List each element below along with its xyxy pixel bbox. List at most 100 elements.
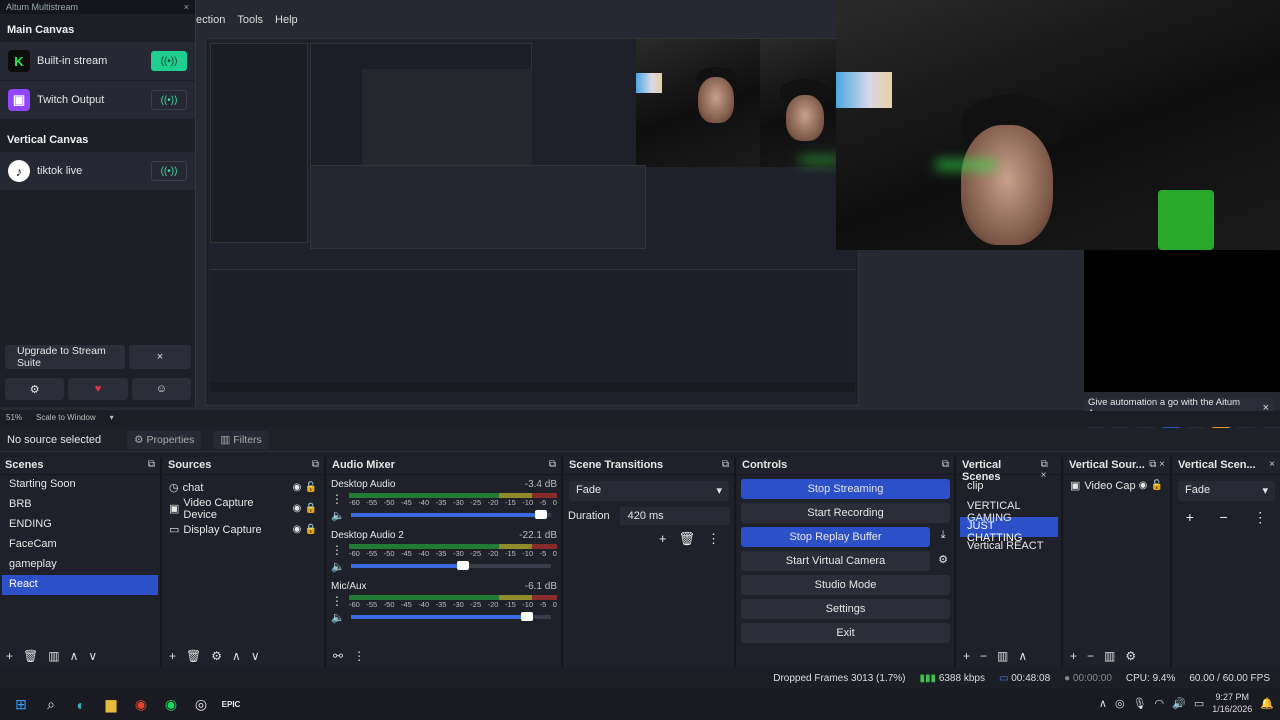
chrome-icon[interactable]: ◉ (126, 693, 156, 717)
chevron-up-icon[interactable]: ∧ (1099, 697, 1107, 710)
filters-button[interactable]: ▥ Filters (213, 430, 269, 449)
search-icon[interactable]: ⌕ (36, 693, 66, 717)
lock-icon[interactable]: 🔒 (304, 503, 318, 514)
vertical-scene-item[interactable]: VERTICAL GAMING (960, 497, 1058, 524)
speaker-icon[interactable]: 🔈 (331, 611, 345, 624)
stream-toggle-button[interactable]: ((•)) (151, 161, 187, 181)
undock-icon[interactable]: ⧉ (312, 459, 319, 472)
altum-close-button[interactable]: × (184, 2, 189, 12)
slider-knob[interactable] (521, 612, 533, 621)
menu-icon[interactable]: ⋮ (331, 543, 345, 557)
start-virtual-camera-button[interactable]: Start Virtual Camera (741, 551, 930, 571)
battery-icon[interactable]: ▭ (1194, 697, 1204, 710)
up-icon[interactable]: ∧ (1018, 649, 1027, 663)
obs-icon[interactable]: ◎ (186, 693, 216, 717)
notification-icon[interactable]: 🔔 (1260, 697, 1274, 710)
start-recording-button[interactable]: Start Recording (741, 503, 950, 523)
stream-toggle-button[interactable]: ((•)) (151, 90, 187, 110)
edge-icon[interactable]: ◐ (66, 693, 96, 717)
stream-toggle-button[interactable]: ((•)) (151, 51, 187, 71)
scene-item[interactable]: Starting Soon (2, 475, 158, 495)
gear-icon[interactable]: ⚙ (5, 378, 65, 400)
undock-icon[interactable]: ⧉ (148, 459, 155, 472)
eye-icon[interactable]: ◉ (290, 482, 304, 493)
remove-icon[interactable]: − (1087, 649, 1094, 663)
link-icon[interactable]: ⚯ (333, 649, 343, 663)
add-icon[interactable]: + (1070, 649, 1077, 663)
down-icon[interactable]: ∨ (251, 649, 260, 663)
epic-games-icon[interactable]: EPIC (216, 693, 246, 717)
scene-item[interactable]: FaceCam (2, 535, 158, 555)
volume-slider[interactable] (351, 561, 551, 570)
scene-item[interactable]: gameplay (2, 555, 158, 575)
scene-item[interactable]: ENDING (2, 515, 158, 535)
source-item[interactable]: ◷ chat ◉ 🔓 (163, 477, 324, 498)
source-item[interactable]: ▭ Display Capture ◉ 🔒 (163, 519, 324, 540)
file-explorer-icon[interactable]: ▆ (96, 693, 126, 717)
filter-icon[interactable]: ▥ (997, 649, 1008, 663)
remove-icon[interactable]: − (1219, 509, 1227, 526)
add-icon[interactable]: + (659, 531, 667, 547)
volume-slider[interactable] (351, 612, 551, 621)
down-icon[interactable]: ∨ (88, 649, 97, 663)
volume-icon[interactable]: 🔊 (1172, 697, 1186, 710)
menu-item-help[interactable]: Help (275, 14, 298, 32)
unlock-icon[interactable]: 🔓 (1150, 480, 1164, 491)
close-icon[interactable]: × (1269, 459, 1275, 472)
undock-icon[interactable]: ⧉ (722, 459, 729, 472)
gear-icon[interactable]: ⚙ (211, 649, 222, 663)
studio-mode-button[interactable]: Studio Mode (741, 575, 950, 595)
vertical-scene-item[interactable]: Vertical REACT (960, 537, 1058, 557)
add-icon[interactable]: + (1186, 509, 1194, 526)
menu-item-tools[interactable]: Tools (237, 14, 263, 32)
heart-icon[interactable]: ♥ (68, 378, 128, 400)
undock-icon[interactable]: ⧉ × (1149, 459, 1165, 472)
save-replay-icon[interactable]: ⤓ (932, 529, 954, 547)
scene-item[interactable]: BRB (2, 495, 158, 515)
menu-item-view[interactable]: ection (196, 14, 225, 32)
remove-icon[interactable]: − (980, 649, 987, 663)
filter-icon[interactable]: ▥ (48, 649, 59, 663)
menu-icon[interactable]: ⋮ (1253, 509, 1267, 526)
eye-icon[interactable]: ◉ (290, 503, 304, 514)
windows-start-icon[interactable]: ⊞ (6, 693, 36, 717)
scene-item[interactable]: React (2, 575, 158, 595)
clock[interactable]: 9:27 PM 1/16/2026 (1212, 691, 1252, 715)
menu-icon[interactable]: ⋮ (331, 492, 345, 506)
duration-input[interactable]: 420 ms (619, 507, 730, 525)
undock-icon[interactable]: ⧉ (549, 459, 556, 472)
chevron-down-icon[interactable]: ▾ (110, 413, 114, 424)
properties-button[interactable]: ⚙ Properties (127, 430, 202, 449)
vertical-transition-select[interactable]: Fade ▾ (1178, 481, 1275, 501)
slider-knob[interactable] (457, 561, 469, 570)
slider-knob[interactable] (535, 510, 547, 519)
gear-icon[interactable]: ⚙ (932, 553, 954, 571)
trash-icon[interactable]: 🗑 (23, 649, 38, 663)
source-item[interactable]: ▣ Video Capture Device ◉ 🔒 (163, 497, 324, 521)
discord-icon[interactable]: ☺ (131, 378, 191, 400)
volume-slider[interactable] (351, 510, 551, 519)
stop-streaming-button[interactable]: Stop Streaming (741, 479, 950, 499)
up-icon[interactable]: ∧ (232, 649, 241, 663)
lock-icon[interactable]: 🔒 (304, 524, 318, 535)
add-icon[interactable]: + (6, 649, 13, 663)
eye-icon[interactable]: ◉ (1136, 480, 1150, 491)
trash-icon[interactable]: 🗑 (186, 649, 201, 663)
undock-icon[interactable]: ⧉ × (1041, 459, 1056, 481)
speaker-icon[interactable]: 🔈 (331, 509, 345, 522)
upgrade-close-button[interactable]: × (129, 345, 191, 369)
speaker-icon[interactable]: 🔈 (331, 560, 345, 573)
menu-icon[interactable]: ⋮ (331, 594, 345, 608)
unlock-icon[interactable]: 🔓 (304, 482, 318, 493)
add-icon[interactable]: + (963, 649, 970, 663)
eye-icon[interactable]: ◉ (290, 524, 304, 535)
filter-icon[interactable]: ▥ (1104, 649, 1115, 663)
menu-icon[interactable]: ⋮ (707, 531, 720, 547)
upgrade-button[interactable]: Upgrade to Stream Suite (5, 345, 125, 369)
menu-icon[interactable]: ⋮ (353, 649, 365, 663)
obs-tray-icon[interactable]: ◎ (1115, 697, 1125, 710)
wifi-icon[interactable]: ◠ (1155, 697, 1165, 710)
add-icon[interactable]: + (169, 649, 176, 663)
exit-button[interactable]: Exit (741, 623, 950, 643)
gear-icon[interactable]: ⚙ (1125, 649, 1136, 663)
